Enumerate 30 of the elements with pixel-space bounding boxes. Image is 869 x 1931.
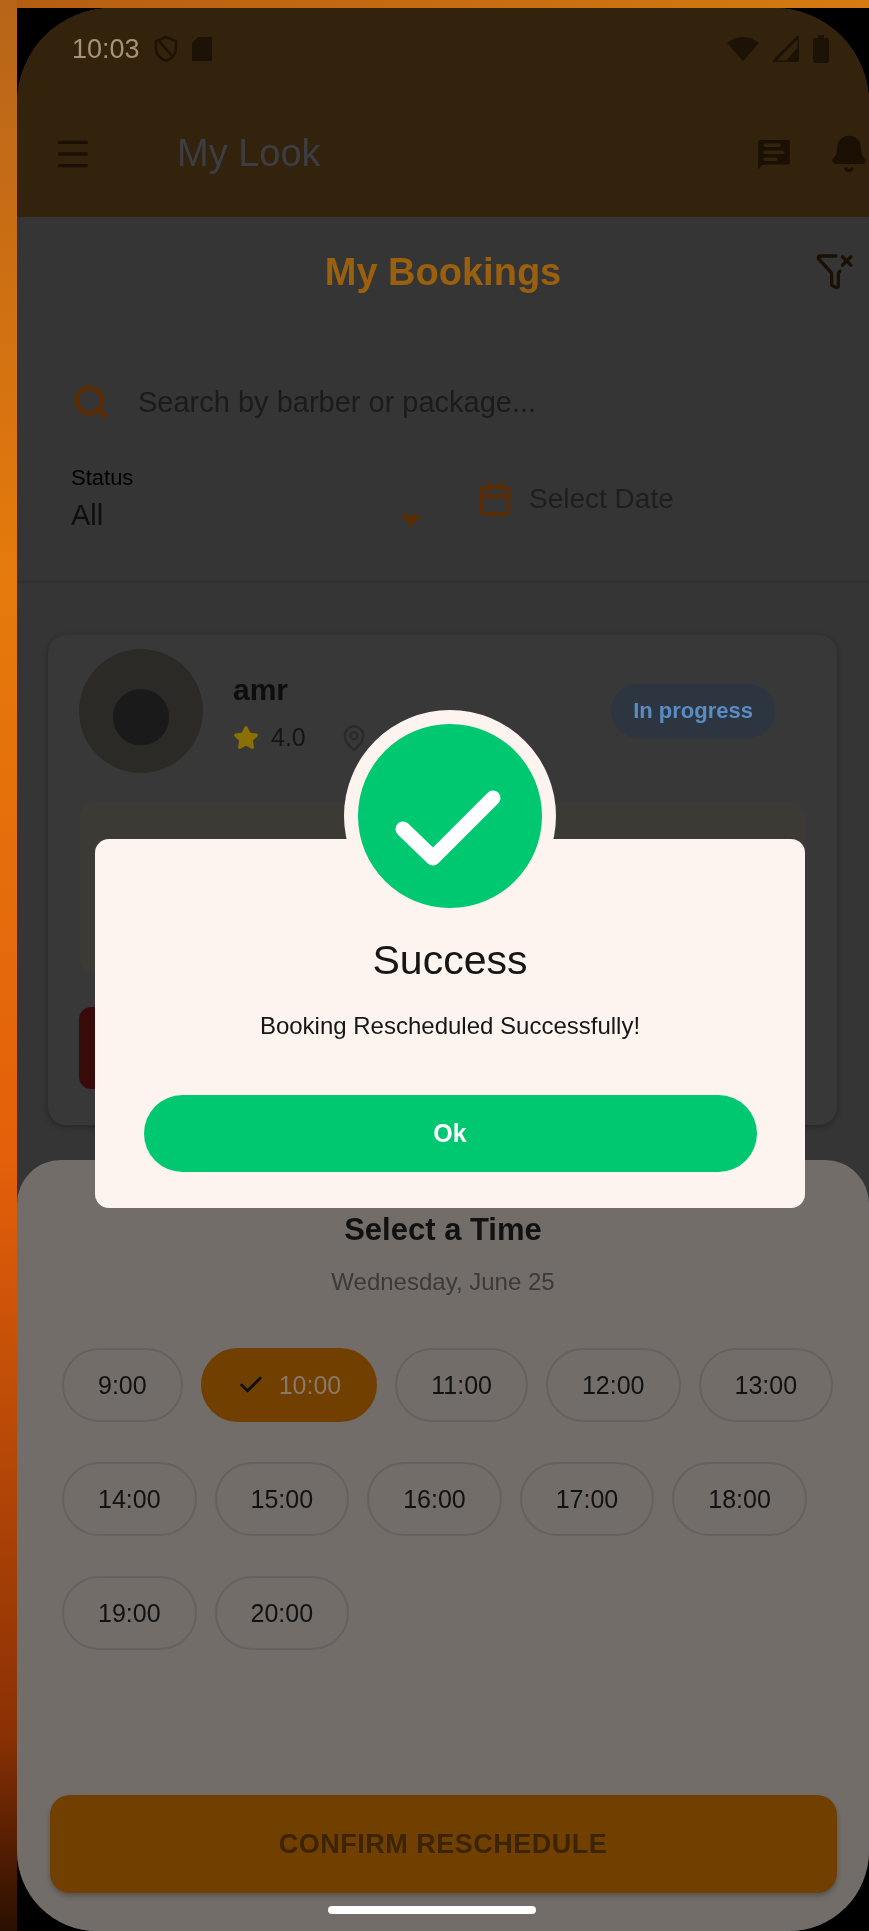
- star-icon: [233, 724, 259, 751]
- bell-icon[interactable]: [829, 133, 869, 174]
- time-slot-chip[interactable]: 12:00: [545, 1348, 681, 1422]
- filter-off-icon[interactable]: [815, 251, 855, 291]
- search-icon: [72, 383, 110, 421]
- time-slot-chip[interactable]: 13:00: [698, 1348, 834, 1422]
- signal-icon: [773, 36, 799, 62]
- wifi-icon: [727, 37, 759, 61]
- shield-icon: [153, 36, 178, 62]
- time-slot-chip[interactable]: 9:00: [62, 1348, 183, 1422]
- time-slot-chip[interactable]: 16:00: [367, 1462, 502, 1536]
- status-time: 10:03: [72, 33, 140, 65]
- time-slot-chip[interactable]: 20:00: [214, 1576, 350, 1650]
- time-slot-chip[interactable]: 15:00: [214, 1462, 350, 1536]
- ok-button[interactable]: Ok: [143, 1095, 757, 1172]
- time-slot-chip[interactable]: 11:00: [395, 1348, 528, 1422]
- sheet-title: Select a Time: [344, 1212, 542, 1248]
- calendar-icon: [477, 481, 513, 517]
- time-slot-chip[interactable]: 19:00: [62, 1576, 197, 1650]
- check-circle-icon: [358, 724, 542, 908]
- page-title: My Bookings: [324, 250, 562, 294]
- time-slot-chip[interactable]: 17:00: [519, 1462, 655, 1536]
- dialog-title: Success: [372, 937, 528, 984]
- caret-icon: [401, 514, 421, 527]
- status-badge: In progress: [611, 684, 775, 738]
- app-title: My Look: [177, 132, 322, 175]
- time-slot-chip[interactable]: 18:00: [672, 1462, 807, 1536]
- time-slot-chip[interactable]: 10:00: [200, 1348, 378, 1422]
- time-slot-chip[interactable]: 14:00: [62, 1462, 197, 1536]
- dialog-message: Booking Rescheduled Successfully!: [259, 1012, 641, 1040]
